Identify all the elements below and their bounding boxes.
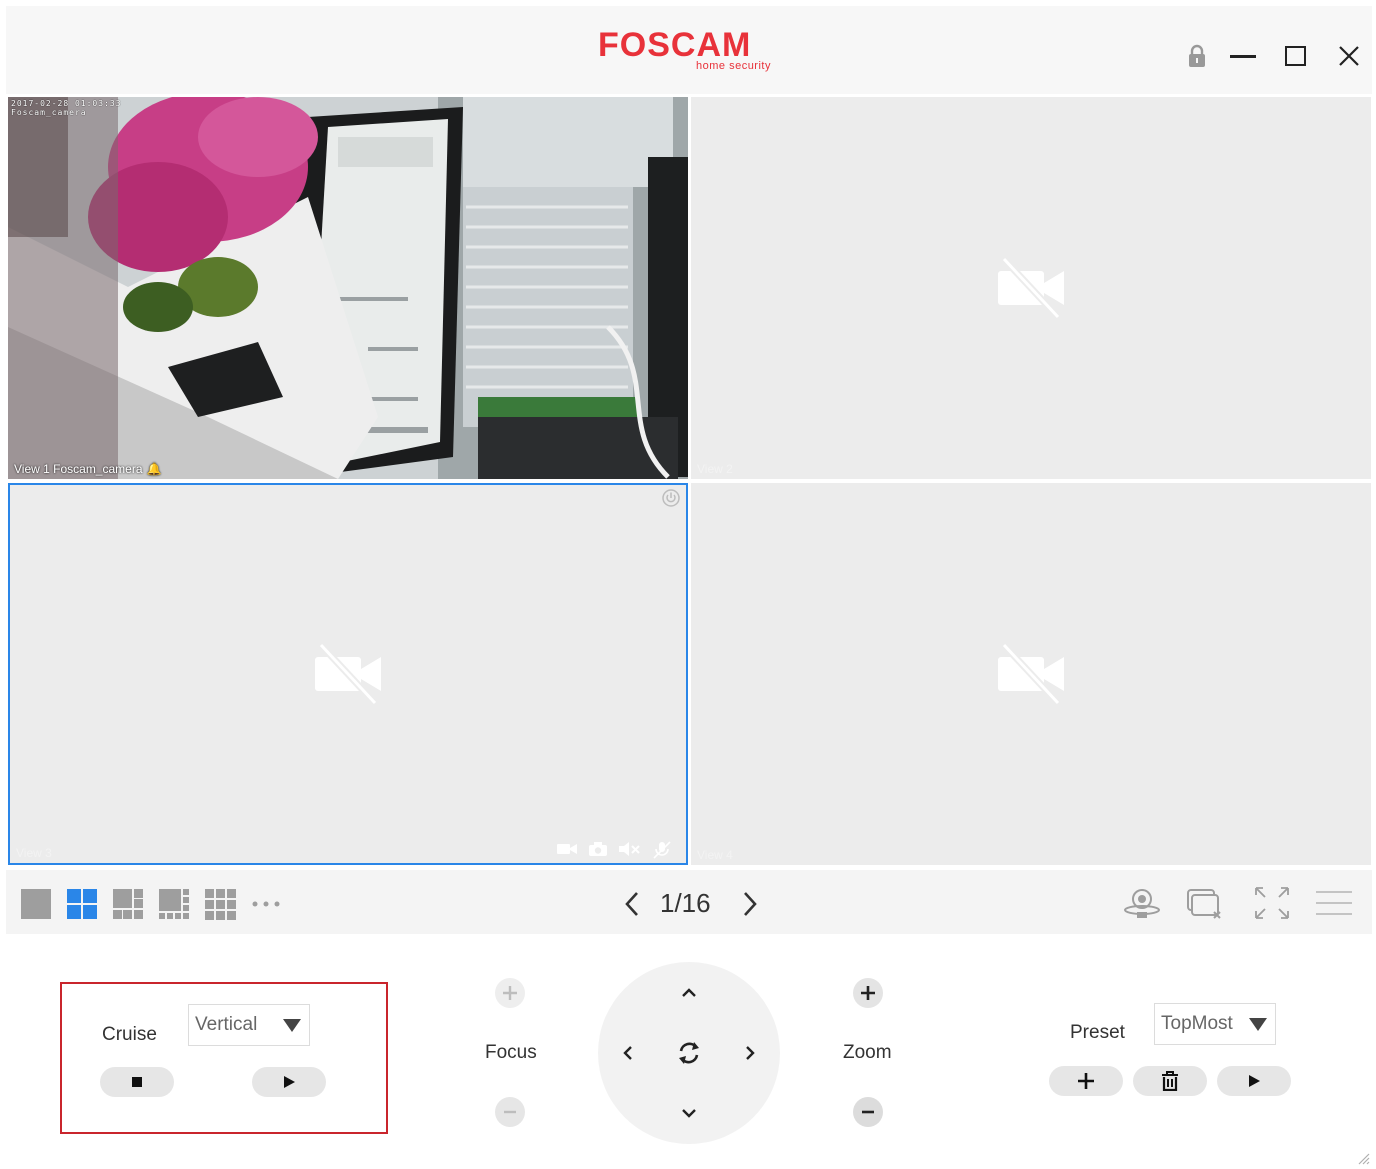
chevron-down-icon <box>682 1109 696 1118</box>
trash-icon <box>1162 1071 1178 1091</box>
page-indicator: 1/16 <box>660 888 711 918</box>
go-to-preset-button[interactable] <box>1217 1066 1291 1096</box>
previous-page-icon[interactable] <box>620 890 646 918</box>
view-1-label-text: View 1 Foscam_camera <box>14 462 143 476</box>
maximize-icon[interactable] <box>1282 42 1310 70</box>
video-grid: 2017-02-28 01:03:33 Foscam_camera View 1… <box>6 95 1372 868</box>
resize-grip-icon[interactable] <box>1354 1149 1370 1165</box>
view-4-label: View 4 <box>697 848 733 862</box>
preset-select-value: TopMost <box>1161 1013 1233 1034</box>
view-1-label: View 1 Foscam_camera 🔔 <box>14 462 161 476</box>
menu-icon[interactable] <box>1314 884 1354 922</box>
pan-up-button[interactable] <box>674 978 704 1008</box>
plus-icon <box>503 986 517 1000</box>
camera-off-icon <box>998 642 1064 706</box>
focus-label: Focus <box>485 1042 537 1063</box>
lock-icon[interactable] <box>1183 42 1211 70</box>
video-view-1[interactable]: 2017-02-28 01:03:33 Foscam_camera View 1… <box>8 97 688 479</box>
foscam-logo: FOSCAM home security <box>598 28 798 78</box>
ptz-panel: Cruise Vertical Focus Zoom Preset TopMos… <box>0 934 1376 1169</box>
view-2-label: View 2 <box>697 462 733 476</box>
stop-icon <box>132 1077 142 1087</box>
layout-8-icon[interactable] <box>158 888 190 920</box>
focus-in-button[interactable] <box>495 978 525 1008</box>
view-3-label: View 3 <box>16 846 52 860</box>
close-icon[interactable] <box>1335 42 1363 70</box>
osd-camera-name: Foscam_camera <box>11 108 87 117</box>
layout-9-icon[interactable] <box>204 888 236 920</box>
pan-down-button[interactable] <box>674 1098 704 1128</box>
foscam-client-window: FOSCAM home security 2017-02-28 01:03:33… <box>0 0 1376 1169</box>
plus-icon <box>861 986 875 1000</box>
ptz-camera-icon[interactable] <box>1122 884 1162 922</box>
talk-off-icon[interactable] <box>652 841 672 859</box>
add-preset-button[interactable] <box>1049 1066 1123 1096</box>
preset-label: Preset <box>1070 1022 1125 1043</box>
title-bar: FOSCAM home security <box>6 6 1372 94</box>
logo-tagline: home security <box>696 60 771 72</box>
more-layouts-icon[interactable] <box>250 888 282 920</box>
live-camera-feed <box>8 97 688 479</box>
view-toolbar: 1/16 <box>6 870 1372 934</box>
chevron-down-icon <box>1249 1018 1267 1031</box>
minimize-icon[interactable] <box>1229 42 1257 70</box>
view-3-toolbar <box>556 841 672 859</box>
ptz-reset-button[interactable] <box>674 1038 704 1068</box>
chevron-right-icon <box>746 1046 755 1060</box>
fullscreen-icon[interactable] <box>1252 884 1292 922</box>
page-navigator: 1/16 <box>620 884 770 922</box>
chevron-up-icon <box>682 988 696 997</box>
logo-brand: FOSCAM <box>598 26 752 64</box>
camera-off-icon <box>315 642 381 706</box>
cruise-group: Cruise Vertical <box>60 982 388 1134</box>
delete-preset-button[interactable] <box>1133 1066 1207 1096</box>
minus-icon <box>862 1110 874 1114</box>
cruise-stop-button[interactable] <box>100 1067 174 1097</box>
next-page-icon[interactable] <box>736 890 762 918</box>
bell-icon: 🔔 <box>146 462 162 476</box>
zoom-label: Zoom <box>843 1042 892 1063</box>
pan-left-button[interactable] <box>613 1038 643 1068</box>
record-icon[interactable] <box>556 841 578 857</box>
zoom-in-button[interactable] <box>853 978 883 1008</box>
layout-6-icon[interactable] <box>112 888 144 920</box>
osd-timestamp: 2017-02-28 01:03:33 <box>11 99 122 108</box>
refresh-icon <box>679 1042 699 1064</box>
snapshot-icon[interactable] <box>588 841 608 857</box>
chevron-down-icon <box>283 1019 301 1032</box>
cruise-label: Cruise <box>102 1024 157 1045</box>
chevron-left-icon <box>623 1046 632 1060</box>
video-view-2[interactable]: View 2 <box>691 97 1371 479</box>
minus-icon <box>504 1110 516 1114</box>
video-view-3[interactable]: View 3 <box>8 483 688 865</box>
zoom-out-button[interactable] <box>853 1097 883 1127</box>
close-all-views-icon[interactable] <box>1184 884 1224 922</box>
cruise-select[interactable]: Vertical <box>188 1004 310 1046</box>
layout-4-icon[interactable] <box>66 888 98 920</box>
camera-osd: 2017-02-28 01:03:33 Foscam_camera <box>11 99 122 117</box>
video-view-4[interactable]: View 4 <box>691 483 1371 865</box>
focus-out-button[interactable] <box>495 1097 525 1127</box>
cruise-select-value: Vertical <box>195 1014 258 1035</box>
play-icon <box>284 1076 295 1088</box>
play-icon <box>1249 1075 1260 1087</box>
camera-off-icon <box>998 256 1064 320</box>
pan-right-button[interactable] <box>735 1038 765 1068</box>
plus-icon <box>1078 1073 1094 1089</box>
ptz-direction-pad <box>598 962 780 1144</box>
power-icon[interactable] <box>662 489 680 507</box>
layout-1-icon[interactable] <box>20 888 52 920</box>
mute-icon[interactable] <box>618 841 642 857</box>
preset-select[interactable]: TopMost <box>1154 1003 1276 1045</box>
cruise-start-button[interactable] <box>252 1067 326 1097</box>
